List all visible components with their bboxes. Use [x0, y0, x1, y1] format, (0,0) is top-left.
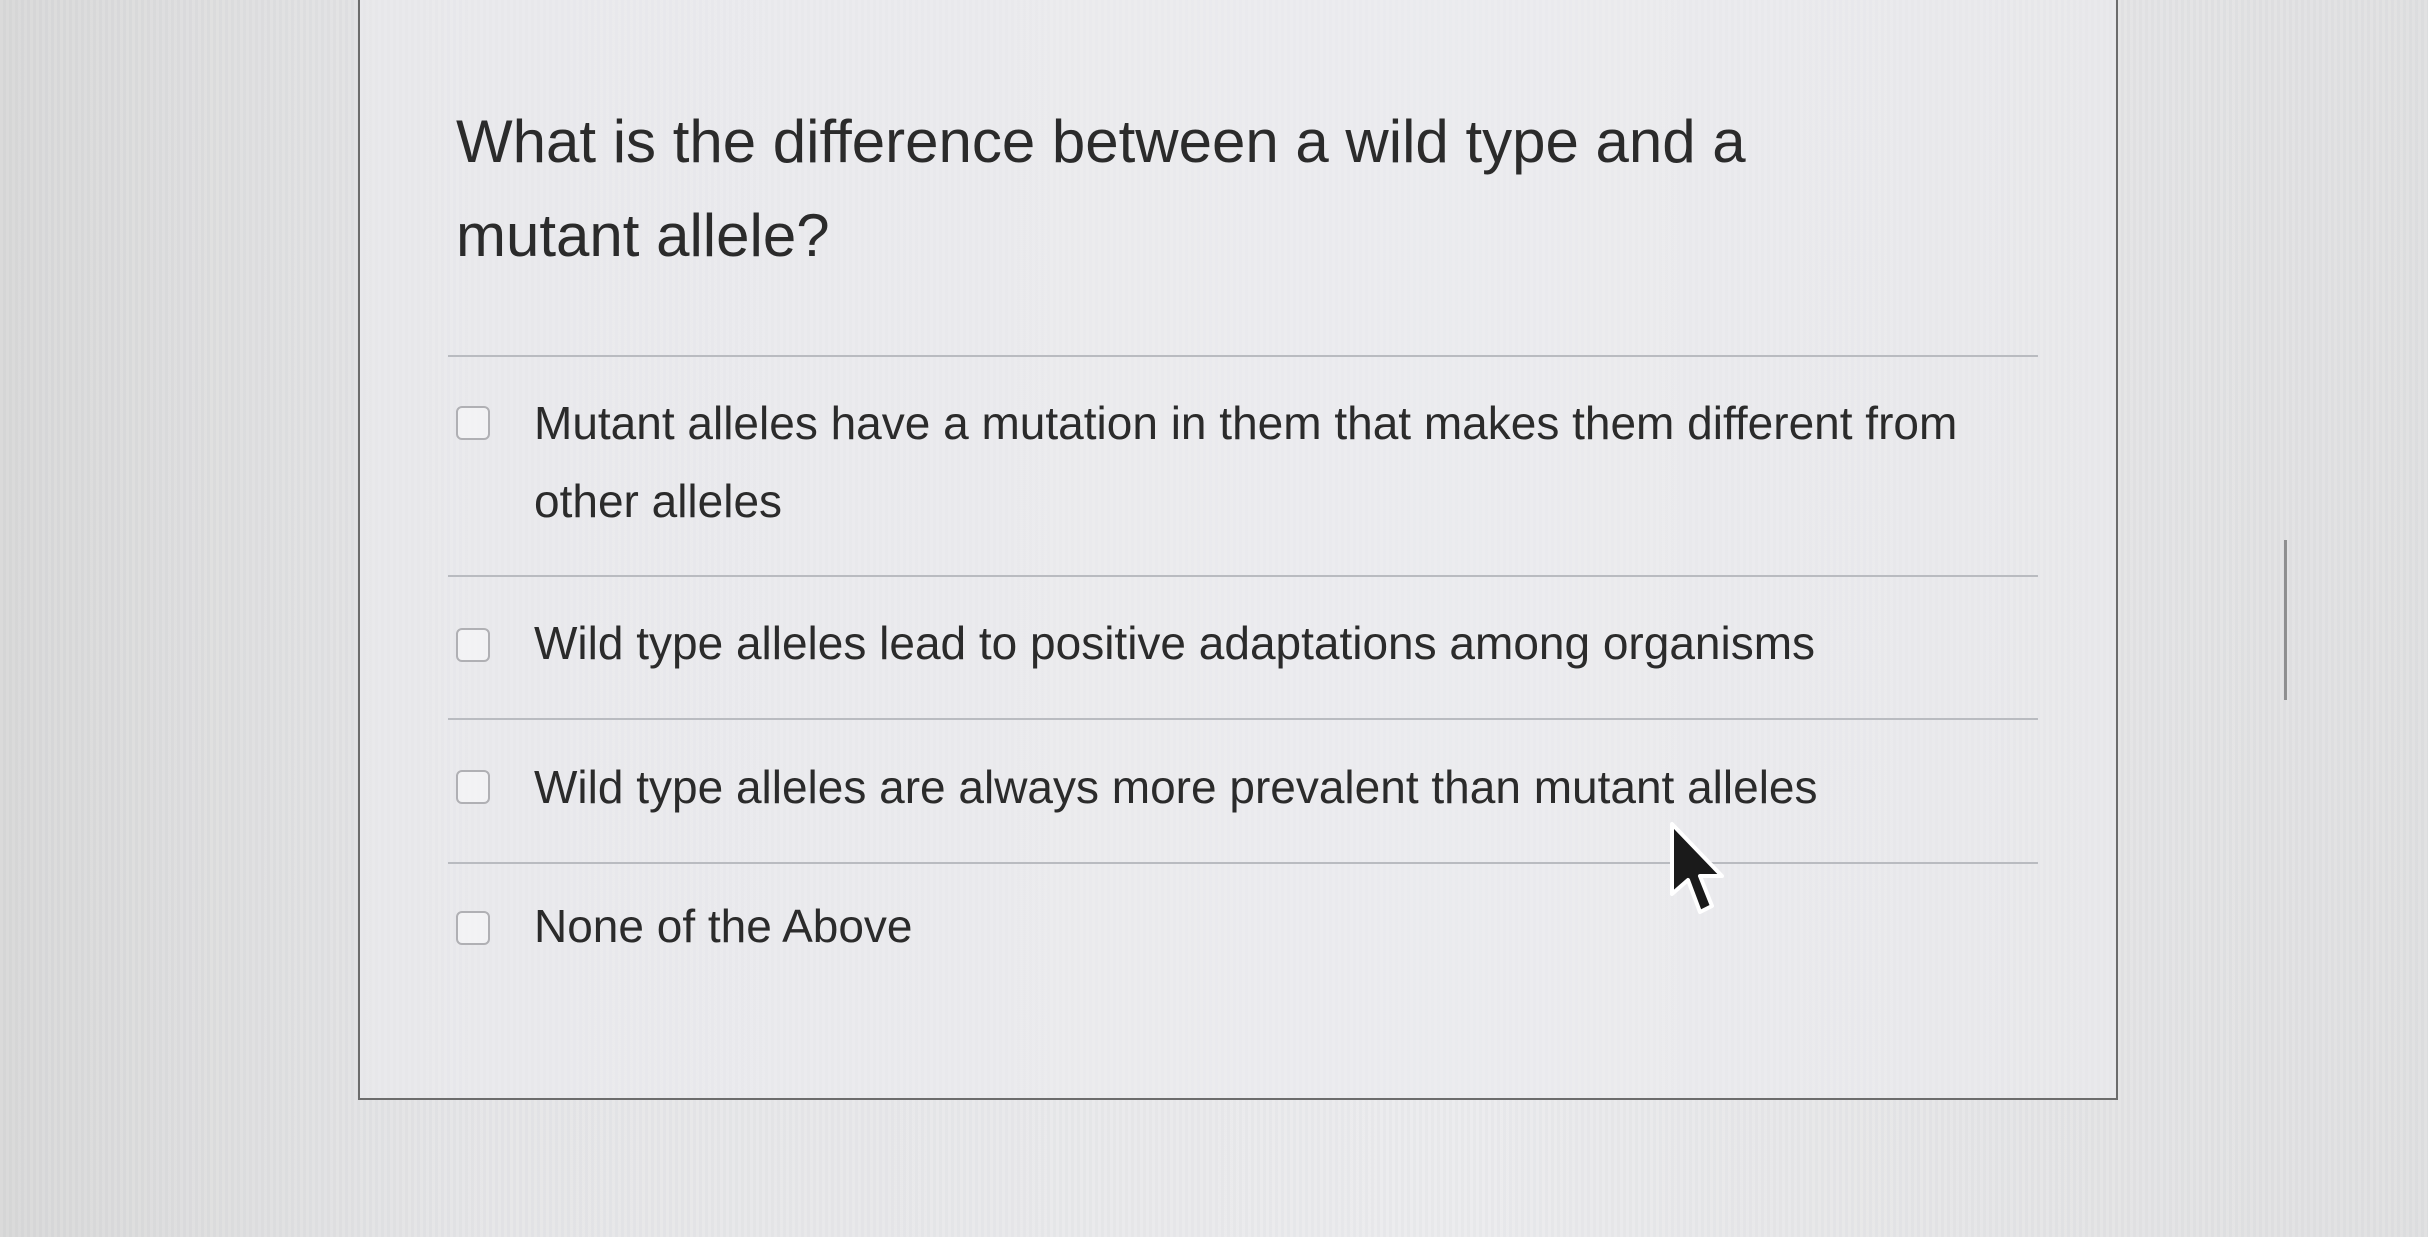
divider — [448, 575, 2038, 577]
checkbox-icon[interactable] — [456, 911, 490, 945]
answer-option-2[interactable]: Wild type alleles lead to positive adapt… — [456, 604, 2016, 684]
monitor-edge — [2284, 540, 2287, 700]
divider — [448, 718, 2038, 720]
mouse-pointer-icon — [1670, 822, 1724, 914]
answer-option-label: None of the Above — [534, 900, 913, 952]
question-text: What is the difference between a wild ty… — [456, 108, 1746, 269]
checkbox-icon[interactable] — [456, 406, 490, 440]
answer-option-4[interactable]: None of the Above — [456, 887, 2016, 967]
answer-option-label: Mutant alleles have a mutation in them t… — [534, 397, 1958, 527]
divider — [448, 862, 2038, 864]
answer-option-label: Wild type alleles are always more preval… — [534, 761, 1818, 813]
quiz-question-card: What is the difference between a wild ty… — [358, 0, 2118, 1100]
answer-option-label: Wild type alleles lead to positive adapt… — [534, 617, 1816, 669]
divider — [448, 355, 2038, 357]
checkbox-icon[interactable] — [456, 628, 490, 662]
answer-option-3[interactable]: Wild type alleles are always more preval… — [456, 748, 2016, 828]
answer-option-1[interactable]: Mutant alleles have a mutation in them t… — [456, 384, 2016, 544]
checkbox-icon[interactable] — [456, 770, 490, 804]
